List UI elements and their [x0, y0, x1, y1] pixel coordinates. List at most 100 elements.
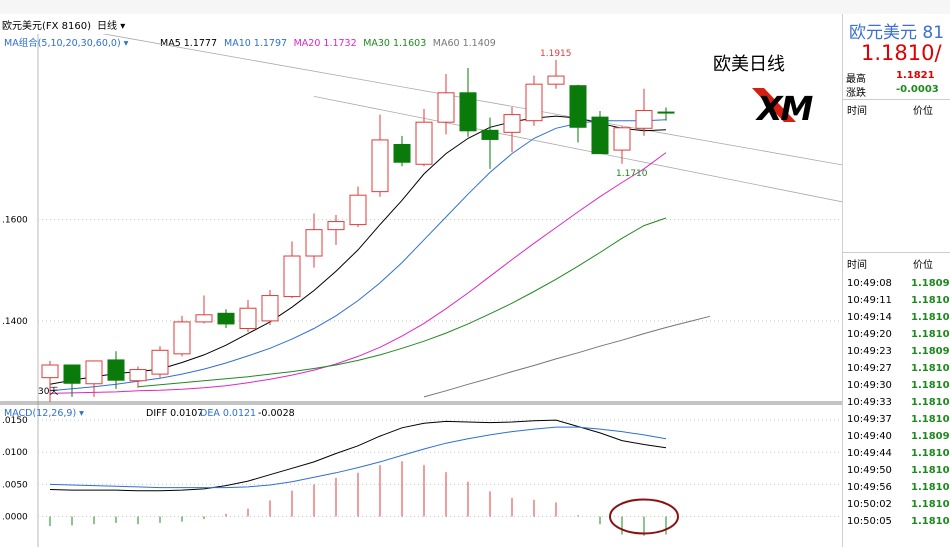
quote-change-value: -0.0003: [896, 84, 939, 95]
candle-body: [327, 221, 345, 231]
tick-price: 1.1810: [911, 448, 950, 459]
tick-time: 10:49:40: [847, 431, 892, 442]
quote-symbol-title: 欧元美元 81: [849, 23, 945, 43]
ma-legend-1: MA10 1.1797: [224, 38, 287, 49]
candle-body: [129, 369, 147, 382]
period-selector[interactable]: 日线 ▾: [97, 17, 125, 32]
tick-row: 10:49:37 1.1810: [843, 412, 950, 429]
candle-body: [613, 127, 631, 151]
candle: [261, 289, 279, 325]
tick-time: 10:49:56: [847, 482, 892, 493]
macd-y-tick-label: .0000: [2, 513, 28, 523]
candle-body: [635, 110, 653, 129]
candle-body: [459, 92, 477, 132]
upper-col-price: 价位: [913, 106, 933, 117]
tick-row: 10:49:40 1.1809: [843, 429, 950, 446]
tick-row: 10:49:33 1.1810: [843, 395, 950, 412]
tick-price: 1.1810: [911, 414, 950, 425]
tick-price: 1.1810: [911, 380, 950, 391]
tick-price: 1.1810: [911, 363, 950, 374]
tick-row: 10:49:27 1.1810: [843, 361, 950, 378]
candle-body: [305, 229, 323, 257]
candle-body: [503, 114, 521, 133]
quote-high-row: 最高 1.1821: [846, 70, 935, 85]
candle-body: [85, 360, 103, 385]
quote-divider: [843, 99, 950, 100]
candle-body: [261, 295, 279, 322]
ma-legend-3: MA30 1.1603: [363, 38, 426, 49]
tick-row: 10:49:56 1.1810: [843, 480, 950, 497]
candle-body: [393, 144, 411, 163]
candle-body: [195, 314, 213, 323]
days-label: 30天: [38, 387, 58, 397]
chart-title-bar: 欧元美元(FX 8160) 日线 ▾: [0, 14, 842, 34]
candle-body: [217, 312, 235, 325]
tick-time: 10:49:27: [847, 363, 892, 374]
quote-high-value: 1.1821: [896, 70, 935, 81]
candle-body: [41, 364, 59, 379]
quote-change-row: 涨跌 -0.0003: [846, 84, 939, 99]
tick-time: 10:49:30: [847, 380, 892, 391]
candle-body: [173, 321, 191, 355]
tick-price: 1.1810: [911, 295, 950, 306]
low-annotation: 1.1710: [616, 169, 648, 179]
trading-window: 欧元美元(FX 8160) 日线 ▾ .1600 .1400 MA组合(5,10,2…: [0, 0, 950, 547]
tick-price: 1.1810: [911, 397, 950, 408]
candle-body: [415, 121, 433, 165]
period-label: 日线: [97, 20, 118, 32]
macd-y-tick-label: .0050: [2, 480, 28, 490]
macd-y-tick-label: .0100: [2, 448, 28, 458]
tick-time: 10:49:11: [847, 295, 892, 306]
candle-body: [591, 116, 609, 155]
candle-body: [349, 194, 367, 226]
macd-diff-label: DIFF 0.0107: [146, 408, 203, 419]
tick-price: 1.1809: [911, 346, 950, 357]
candle-body: [481, 129, 499, 140]
quote-change-label: 涨跌: [846, 88, 866, 99]
tick-price: 1.1809: [911, 431, 950, 442]
macd-value-label: -0.0028: [258, 408, 295, 419]
tick-row: 10:49:23 1.1809: [843, 344, 950, 361]
tick-row: 10:49:14 1.1810: [843, 310, 950, 327]
tick-time: 10:49:14: [847, 312, 892, 323]
tick-row: 10:49:08 1.1809: [843, 276, 950, 293]
kline-chart[interactable]: .1600 .1400 MA组合(5,10,20,30,60,0) ▾ MA5 1.1…: [0, 34, 842, 547]
tick-time: 10:49:33: [847, 397, 892, 408]
candle: [591, 111, 609, 155]
tick-price: 1.1810: [911, 465, 950, 476]
tick-row: 10:49:50 1.1810: [843, 463, 950, 480]
ticks-col-time: 时间: [847, 260, 867, 271]
quote-panel: 欧元美元 81 1.1810/ 最高 1.1821 涨跌 -0.0003 时间 …: [842, 14, 950, 547]
high-annotation: 1.1915: [540, 49, 572, 59]
upper-ticks-header: 时间 价位: [847, 102, 950, 117]
symbol-label[interactable]: 欧元美元(FX 8160): [2, 17, 91, 32]
tick-price: 1.1810: [911, 482, 950, 493]
candle-body: [283, 255, 301, 298]
tick-row: 10:49:30 1.1810: [843, 378, 950, 395]
tick-time: 10:49:20: [847, 329, 892, 340]
tick-row: 10:49:20 1.1810: [843, 327, 950, 344]
chart-background: [0, 34, 842, 547]
ma-legend-4: MA60 1.1409: [433, 38, 496, 49]
candle: [151, 346, 169, 378]
candle-body: [547, 75, 565, 85]
quote-price: 1.1810/: [861, 41, 942, 65]
upper-col-time: 时间: [847, 106, 867, 117]
tick-row: 10:50:05 1.1810: [843, 514, 950, 531]
tick-time: 10:50:05: [847, 516, 892, 527]
tick-price: 1.1809: [911, 278, 950, 289]
main-y-tick-label: .1600: [2, 216, 28, 226]
candle: [173, 315, 191, 357]
tick-row: 10:49:44 1.1810: [843, 446, 950, 463]
xm-logo: XM: [752, 86, 832, 128]
candle-body: [525, 83, 543, 122]
tick-time: 10:49:37: [847, 414, 892, 425]
candle-body: [371, 139, 389, 193]
tick-price: 1.1810: [911, 312, 950, 323]
tick-price: 1.1810: [911, 516, 950, 527]
candle-body: [657, 111, 675, 114]
ticks-divider: [843, 252, 950, 253]
ma-legend-0: MA5 1.1777: [160, 38, 217, 49]
candle-body: [239, 307, 257, 330]
candle-body: [107, 359, 125, 381]
